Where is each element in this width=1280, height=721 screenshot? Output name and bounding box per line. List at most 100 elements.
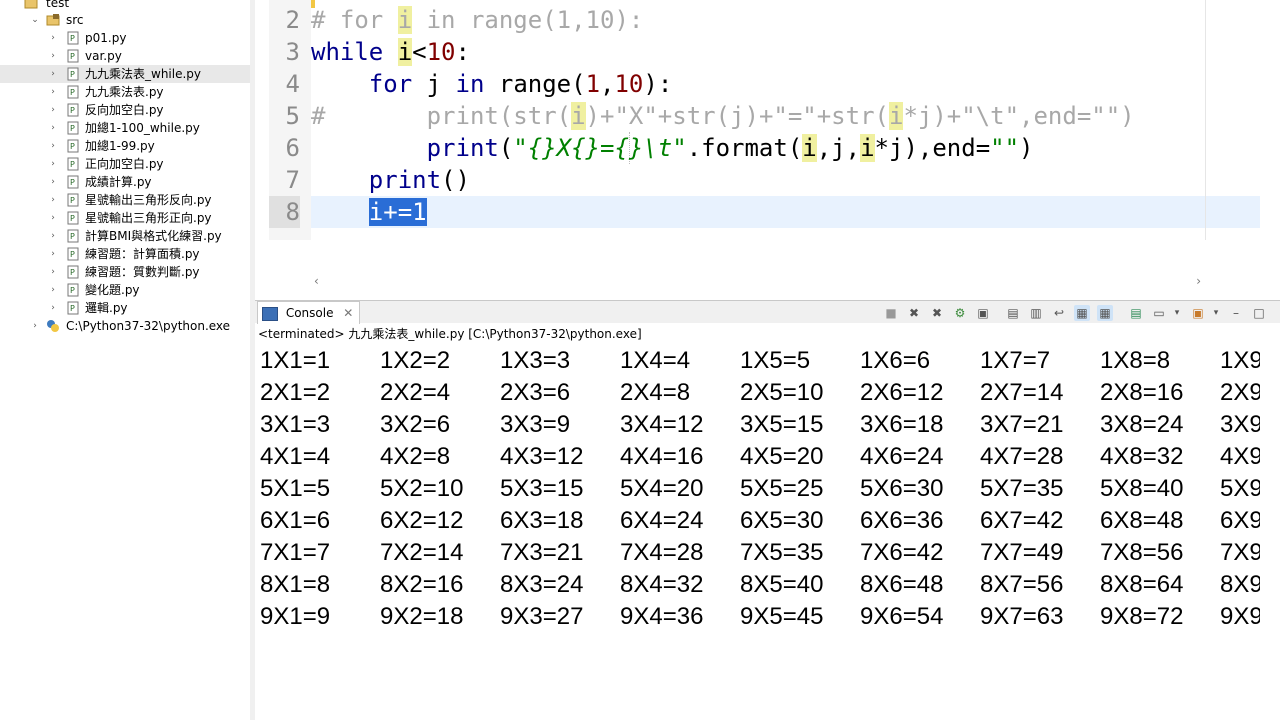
collapsed-arrow-icon[interactable]: › [48, 65, 58, 83]
file-label: 星號輸出三角形正向.py [85, 211, 212, 225]
show-stdout-icon[interactable]: ▦ [1074, 305, 1090, 321]
console-output-cell: 7X8=56 [1100, 539, 1184, 566]
display-console-icon[interactable]: ▭ [1151, 305, 1167, 321]
current-line-highlight [311, 196, 1260, 228]
console-output-cell: 9X9 [1220, 603, 1260, 630]
code-line-2[interactable]: # for i in range(1,10): [311, 4, 643, 36]
console-output-cell: 5X1=5 [260, 475, 331, 502]
collapsed-arrow-icon[interactable]: › [48, 245, 58, 263]
interpreter-label: C:\Python37-32\python.exe [66, 319, 231, 333]
collapsed-arrow-icon[interactable]: › [48, 281, 58, 299]
console-output-cell: 7X6=42 [860, 539, 944, 566]
console-status: <terminated> 九九乘法表_while.py [C:\Python37… [258, 327, 642, 341]
collapsed-arrow-icon[interactable]: › [48, 47, 58, 65]
display-selected-icon[interactable]: ▣ [975, 305, 991, 321]
console-output-cell: 9X5=45 [740, 603, 824, 630]
show-stderr-icon[interactable]: ▦ [1097, 305, 1113, 321]
python-file-icon: P [66, 193, 80, 207]
console-output-cell: 3X5=15 [740, 411, 824, 438]
console-output-cell: 8X2=16 [380, 571, 464, 598]
console-output-cell: 6X8=48 [1100, 507, 1184, 534]
svg-text:P: P [70, 70, 75, 79]
collapsed-arrow-icon[interactable]: › [48, 227, 58, 245]
collapsed-arrow-icon[interactable]: › [48, 155, 58, 173]
code-line-8[interactable]: i+=1 [311, 196, 427, 228]
file-item[interactable]: › P 九九乘法表_while.py [0, 65, 250, 83]
remove-all-terminated-icon[interactable]: ✖ [929, 305, 945, 321]
console-output-cell: 7X4=28 [620, 539, 704, 566]
minimize-icon[interactable]: – [1228, 305, 1244, 321]
close-tab-icon[interactable]: ✕ [343, 306, 353, 320]
project-folder-icon [24, 0, 38, 10]
python-file-icon: P [66, 175, 80, 189]
console-output-cell: 5X9 [1220, 475, 1260, 502]
clear-console-icon[interactable]: ▤ [1005, 305, 1021, 321]
console-output-cell: 5X5=25 [740, 475, 824, 502]
console-output-cell: 3X8=24 [1100, 411, 1184, 438]
python-file-icon: P [66, 247, 80, 261]
console-output-cell: 7X5=35 [740, 539, 824, 566]
line-number: 4 [285, 70, 300, 98]
file-label: 練習題：計算面積.py [85, 247, 200, 261]
console-output-cell: 1X7=7 [980, 347, 1051, 374]
console-output-cell: 1X2=2 [380, 347, 451, 374]
scroll-left-icon[interactable]: ‹ [314, 274, 319, 288]
collapsed-arrow-icon[interactable]: › [48, 173, 58, 191]
python-file-icon: P [66, 103, 80, 117]
collapsed-arrow-icon[interactable]: › [48, 119, 58, 137]
word-wrap-icon[interactable]: ↩ [1051, 305, 1067, 321]
terminate-icon[interactable]: ■ [883, 305, 899, 321]
code-line-4[interactable]: for j in range(1,10): [311, 68, 673, 100]
line-number: 5 [285, 102, 300, 130]
collapsed-arrow-icon[interactable]: › [48, 191, 58, 209]
console-toolbar: Console ✕ ■ ✖ ✖ ⚙ ▣ ▤ ▥ ↩ ▦ ▦ ▤ ▭ ▾ ▣ ▾ … [255, 301, 1280, 324]
collapsed-arrow-icon[interactable]: › [48, 137, 58, 155]
console-output-cell: 3X3=9 [500, 411, 571, 438]
code-editor[interactable]: 2 # for i in range(1,10): 3 while i<10: … [255, 0, 1280, 300]
console-output-cell: 5X6=30 [860, 475, 944, 502]
console-output-cell: 7X7=49 [980, 539, 1064, 566]
maximize-icon[interactable]: □ [1251, 305, 1267, 321]
code-line-6[interactable]: print("{}X{}={}\t".format(i,j,i*j),end="… [311, 132, 1034, 164]
svg-text:P: P [70, 52, 75, 61]
expanded-arrow-icon[interactable]: ⌄ [30, 11, 40, 29]
chevron-down-icon[interactable]: ▾ [1169, 305, 1185, 321]
file-label: 九九乘法表_while.py [85, 67, 202, 81]
collapsed-arrow-icon[interactable]: › [48, 263, 58, 281]
collapsed-arrow-icon[interactable]: › [48, 101, 58, 119]
file-label: 計算BMI與格式化練習.py [85, 229, 222, 243]
console-output-cell: 6X5=30 [740, 507, 824, 534]
code-line-5[interactable]: # print(str(i)+"X"+str(j)+"="+str(i*j)+"… [311, 100, 1135, 132]
scroll-right-icon[interactable]: › [1196, 274, 1201, 288]
scroll-lock-icon[interactable]: ▥ [1028, 305, 1044, 321]
console-output-cell: 6X2=12 [380, 507, 464, 534]
open-console-icon[interactable]: ▣ [1190, 305, 1206, 321]
remove-launch-icon[interactable]: ✖ [906, 305, 922, 321]
line-number: 8 [269, 196, 300, 228]
python-file-icon: P [66, 211, 80, 225]
collapsed-arrow-icon[interactable]: › [48, 299, 58, 317]
console-output-cell: 6X4=24 [620, 507, 704, 534]
pin-console-icon[interactable]: ⚙ [952, 305, 968, 321]
console-icon [262, 306, 278, 321]
svg-text:P: P [70, 88, 75, 97]
console-output-cell: 8X6=48 [860, 571, 944, 598]
console-output-cell: 1X5=5 [740, 347, 811, 374]
console-view: Console ✕ ■ ✖ ✖ ⚙ ▣ ▤ ▥ ↩ ▦ ▦ ▤ ▭ ▾ ▣ ▾ … [255, 300, 1280, 721]
console-output-cell: 6X7=42 [980, 507, 1064, 534]
console-output-cell: 1X8=8 [1100, 347, 1171, 374]
code-line-7[interactable]: print() [311, 164, 470, 196]
collapsed-arrow-icon[interactable]: › [30, 317, 40, 335]
collapsed-arrow-icon[interactable]: › [48, 29, 58, 47]
collapsed-arrow-icon[interactable]: › [48, 209, 58, 227]
file-label: 加總1-99.py [85, 139, 155, 153]
console-output-cell: 7X2=14 [380, 539, 464, 566]
editor-horizontal-scrollbar[interactable]: ‹ › [310, 274, 1205, 290]
chevron-down-icon[interactable]: ▾ [1208, 305, 1224, 321]
pin-icon[interactable]: ▤ [1128, 305, 1144, 321]
tab-console[interactable]: Console ✕ [257, 301, 361, 324]
collapsed-arrow-icon[interactable]: › [48, 83, 58, 101]
code-line-3[interactable]: while i<10: [311, 36, 470, 68]
console-output-cell: 9X2=18 [380, 603, 464, 630]
console-output-cell: 3X7=21 [980, 411, 1064, 438]
